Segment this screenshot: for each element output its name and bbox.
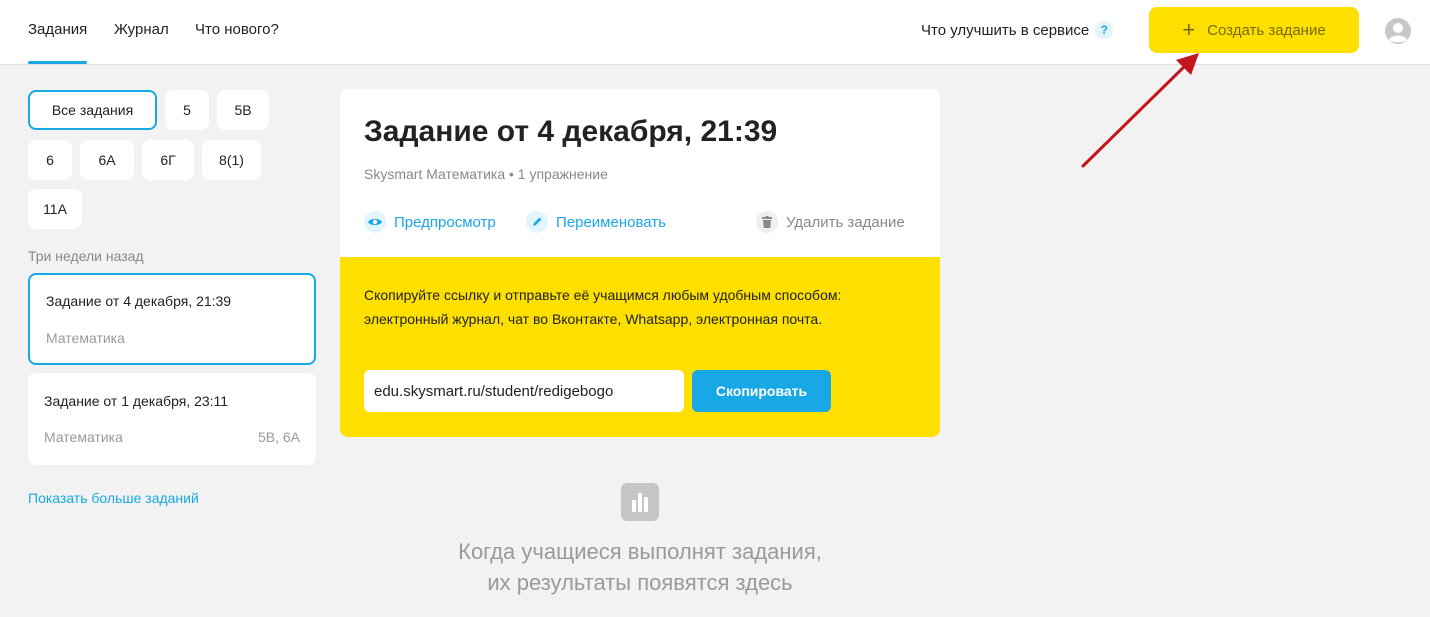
filter-class-6g[interactable]: 6Г [142,140,194,180]
empty-state-line-1: Когда учащиеся выполнят задания, [458,539,822,564]
rename-label: Переименовать [556,213,666,231]
tab-whats-new[interactable]: Что нового? [195,21,279,38]
pencil-icon [526,211,548,233]
rename-button[interactable]: Переименовать [526,211,666,233]
improve-service-label: Что улучшить в сервисе [921,21,1090,39]
filter-all[interactable]: Все задания [28,90,157,130]
filter-class-5v[interactable]: 5В [217,90,269,130]
filter-class-5[interactable]: 5 [165,90,209,130]
filter-class-6[interactable]: 6 [28,140,72,180]
assignment-title: Задание от 4 декабря, 21:39 [364,115,778,148]
assignment-detail-card: Задание от 4 декабря, 21:39 Skysmart Мат… [340,89,940,437]
task-title: Задание от 1 декабря, 23:11 [44,393,229,409]
section-label: Три недели назад [28,248,144,264]
show-more-link[interactable]: Показать больше заданий [28,490,199,506]
filter-class-11a[interactable]: 11А [28,189,82,229]
tab-assignments[interactable]: Задания [28,21,88,64]
assignment-subtitle: Skysmart Математика • 1 упражнение [364,166,608,182]
help-icon: ? [1095,21,1114,39]
plus-icon: + [1182,17,1196,42]
tab-journal[interactable]: Журнал [114,21,169,38]
empty-state-message: Когда учащиеся выполнят задания, их резу… [340,536,940,598]
task-subject: Математика [46,330,125,346]
share-link-panel: Скопируйте ссылку и отправьте её учащимс… [340,257,940,437]
eye-icon [364,211,386,233]
task-classes: 5В, 6А [257,429,300,445]
user-avatar-icon[interactable] [1384,17,1412,45]
annotation-arrow [1081,53,1199,168]
create-assignment-button[interactable]: + Создать задание [1149,7,1359,53]
improve-service-link[interactable]: Что улучшить в сервисе ? [921,21,1114,39]
copy-link-button[interactable]: Скопировать [692,370,831,412]
filter-class-8-1[interactable]: 8(1) [202,140,261,180]
task-title: Задание от 4 декабря, 21:39 [46,293,232,309]
delete-label: Удалить задание [786,213,905,231]
create-assignment-label: Создать задание [1207,21,1326,39]
preview-label: Предпросмотр [394,213,496,231]
task-card[interactable]: Задание от 4 декабря, 21:39 Математика [28,273,316,365]
trash-icon [756,211,778,233]
share-instructions: Скопируйте ссылку и отправьте её учащимс… [364,287,842,327]
task-subject: Математика [44,429,123,445]
filter-class-6a[interactable]: 6А [80,140,134,180]
task-card[interactable]: Задание от 1 декабря, 23:11 Математика 5… [28,373,316,465]
empty-state-line-2: их результаты появятся здесь [487,570,793,595]
top-bar: Задания Журнал Что нового? Что улучшить … [0,0,1430,65]
delete-button[interactable]: Удалить задание [756,211,905,233]
student-link-field[interactable] [364,370,684,412]
preview-button[interactable]: Предпросмотр [364,211,496,233]
bar-chart-icon [621,483,659,521]
